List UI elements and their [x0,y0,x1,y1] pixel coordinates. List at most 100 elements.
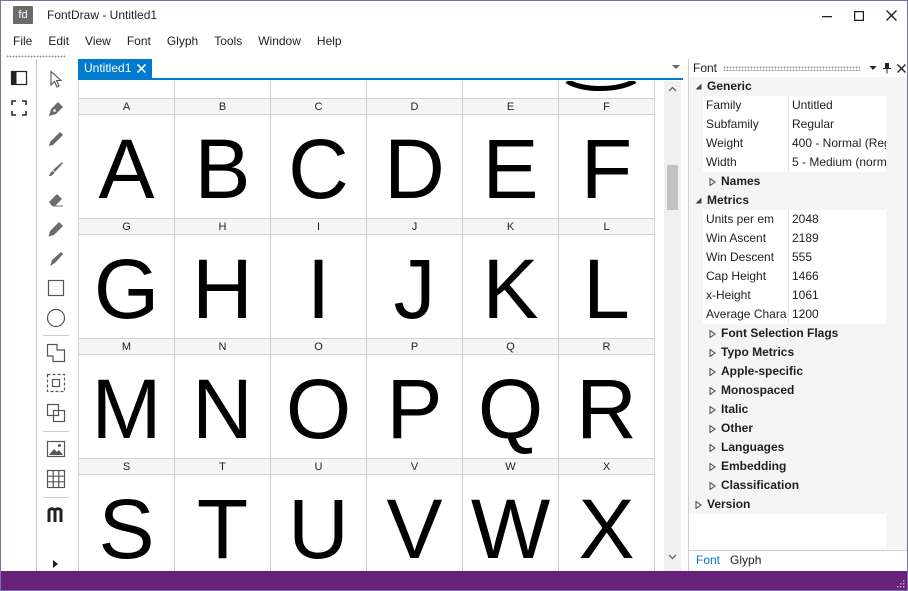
glyph-cell[interactable]: T [175,487,270,571]
brush-icon[interactable] [43,156,69,182]
glyph-cell[interactable]: F [559,127,654,211]
glyph-cell[interactable]: K [463,247,558,331]
eraser-icon[interactable] [43,186,69,212]
glyph-cell[interactable]: P [367,367,462,451]
glyph-cell[interactable]: H [175,247,270,331]
scroll-down-icon[interactable] [667,551,678,562]
panel-toggle-icon[interactable] [10,69,28,87]
property-width[interactable]: Width 5 - Medium (norm [689,153,907,172]
property-value[interactable]: 1466 [788,267,886,286]
subgroup-embedding[interactable]: Embedding [689,457,907,476]
property-value[interactable]: Untitled [788,96,886,115]
scrollbar-thumb[interactable] [667,165,678,210]
glyph-cell[interactable]: O [271,367,366,451]
property-value[interactable]: 5 - Medium (norm [788,153,886,172]
property-win-ascent[interactable]: Win Ascent 2189 [689,229,907,248]
panel-grip[interactable] [723,65,860,71]
pointer-icon[interactable] [43,66,69,92]
glyph-cell[interactable]: G [79,247,174,331]
subgroup-languages[interactable]: Languages [689,438,907,457]
category-generic[interactable]: Generic [689,77,907,96]
subgroup-monospaced[interactable]: Monospaced [689,381,907,400]
glyph-cell[interactable]: J [367,247,462,331]
subgroup-names[interactable]: Names [689,172,907,191]
glyph-cell[interactable]: B [175,127,270,211]
minimize-button[interactable] [811,1,843,30]
glyph-cell[interactable]: E [463,127,558,211]
expand-toolbox-icon[interactable] [50,559,60,569]
subgroup-italic[interactable]: Italic [689,400,907,419]
property-win-descent[interactable]: Win Descent 555 [689,248,907,267]
close-tab-icon[interactable] [137,64,147,73]
menu-font[interactable]: Font [119,30,159,52]
property-average-char-width[interactable]: Average Chara 1200 [689,305,907,324]
subgroup-font-selection-flags[interactable]: Font Selection Flags [689,324,907,343]
maximize-button[interactable] [843,1,875,30]
glyph-cell[interactable]: Q [463,367,558,451]
property-subfamily[interactable]: Subfamily Regular [689,115,907,134]
tab-glyph[interactable]: Glyph [725,551,766,571]
knife-icon[interactable] [43,246,69,272]
pen-icon[interactable] [43,96,69,122]
property-cap-height[interactable]: Cap Height 1466 [689,267,907,286]
close-button[interactable] [875,1,907,30]
glyph-cell[interactable]: X [559,487,654,571]
glyph-m-icon[interactable] [43,502,69,528]
menu-window[interactable]: Window [250,30,309,52]
menu-view[interactable]: View [77,30,119,52]
property-x-height[interactable]: x-Height 1061 [689,286,907,305]
scroll-up-icon[interactable] [667,84,678,95]
glyph-cell[interactable]: M [79,367,174,451]
property-value[interactable]: Regular [788,115,886,134]
panel-menu-button[interactable] [866,61,880,75]
ellipse-icon[interactable] [43,305,69,331]
chevron-down-icon[interactable] [671,62,681,72]
property-value[interactable]: 555 [788,248,886,267]
menu-help[interactable]: Help [309,30,350,52]
pencil-icon[interactable] [43,126,69,152]
subgroup-classification[interactable]: Classification [689,476,907,495]
property-units-per-em[interactable]: Units per em 2048 [689,210,907,229]
panel-close-button[interactable] [894,61,907,75]
glyph-cell[interactable]: V [367,487,462,571]
property-value[interactable]: 1061 [788,286,886,305]
image-icon[interactable] [43,436,69,462]
glyph-cell[interactable]: L [559,247,654,331]
toolbar-grip[interactable] [6,55,66,58]
category-version[interactable]: Version [689,495,907,514]
subgroup-apple-specific[interactable]: Apple-specific [689,362,907,381]
intersect-icon[interactable] [43,400,69,426]
grid-icon[interactable] [43,466,69,492]
glyph-cell[interactable]: I [271,247,366,331]
subgroup-other[interactable]: Other [689,419,907,438]
property-value[interactable]: 1200 [788,305,886,324]
union-icon[interactable] [43,340,69,366]
tab-font[interactable]: Font [691,551,726,571]
category-metrics[interactable]: Metrics [689,191,907,210]
glyph-cell[interactable]: A [79,127,174,211]
property-weight[interactable]: Weight 400 - Normal (Reg [689,134,907,153]
rectangle-icon[interactable] [43,275,69,301]
glyph-cell[interactable]: U [271,487,366,571]
tab-untitled1[interactable]: Untitled1 [78,59,153,78]
menu-glyph[interactable]: Glyph [159,30,206,52]
glyph-cell[interactable]: S [79,487,174,571]
glyph-cell[interactable]: N [175,367,270,451]
property-value[interactable]: 2048 [788,210,886,229]
vertical-scrollbar[interactable] [664,81,681,571]
glyph-cell[interactable]: R [559,367,654,451]
property-value[interactable]: 2189 [788,229,886,248]
pin-button[interactable] [880,61,894,75]
subgroup-typo-metrics[interactable]: Typo Metrics [689,343,907,362]
marker-icon[interactable] [43,216,69,242]
property-value[interactable]: 400 - Normal (Reg [788,134,886,153]
resize-grip-icon[interactable] [895,578,905,588]
menu-file[interactable]: File [5,30,40,52]
menu-edit[interactable]: Edit [40,30,77,52]
fullscreen-icon[interactable] [10,99,28,117]
glyph-cell[interactable]: C [271,127,366,211]
glyph-cell[interactable]: W [463,487,558,571]
selection-icon[interactable] [43,370,69,396]
glyph-cell[interactable]: D [367,127,462,211]
menu-tools[interactable]: Tools [206,30,250,52]
